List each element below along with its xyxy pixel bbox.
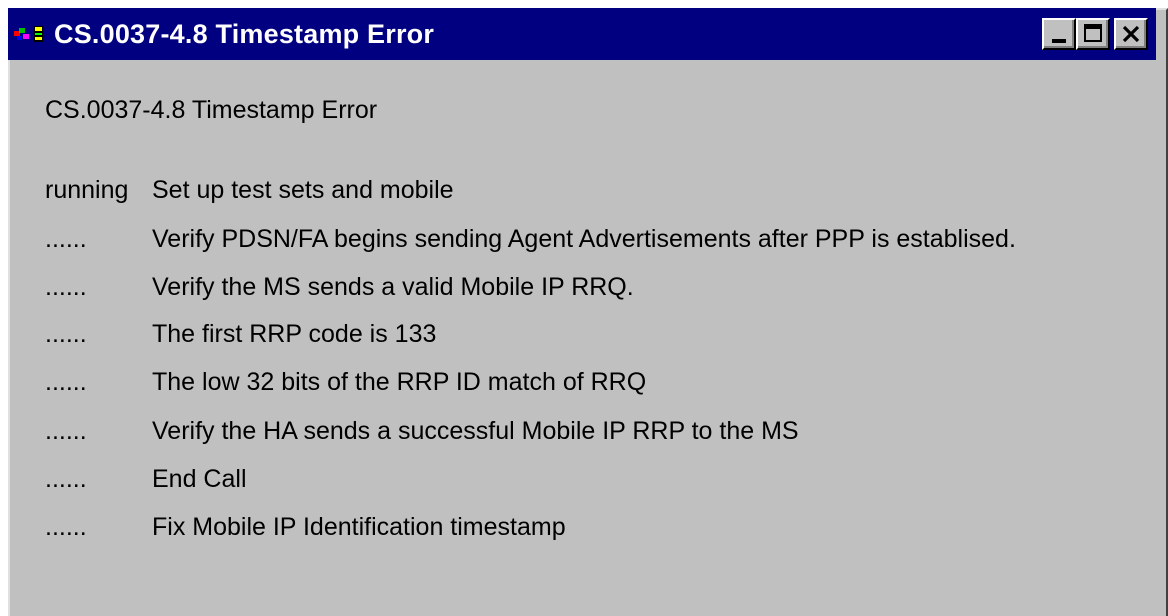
step-status: ......	[45, 368, 87, 396]
step-text: The low 32 bits of the RRP ID match of R…	[152, 368, 647, 396]
minimize-button[interactable]	[1042, 18, 1076, 50]
step-text: Verify the MS sends a valid Mobile IP RR…	[152, 273, 634, 301]
step-text: Fix Mobile IP Identification timestamp	[152, 513, 566, 541]
close-icon	[1116, 20, 1146, 48]
step-status: ......	[45, 465, 87, 493]
test-heading: CS.0037-4.8 Timestamp Error	[45, 96, 378, 124]
step-status: running	[45, 176, 129, 204]
window-title: CS.0037-4.8 Timestamp Error	[54, 18, 435, 49]
minimize-icon	[1052, 39, 1066, 43]
step-status: ......	[45, 273, 87, 301]
app-icon[interactable]	[14, 22, 46, 46]
maximize-icon	[1084, 24, 1102, 42]
close-button[interactable]	[1114, 18, 1148, 50]
step-text: Set up test sets and mobile	[152, 176, 454, 204]
maximize-button[interactable]	[1076, 18, 1110, 50]
title-buttons	[1042, 18, 1148, 50]
step-text: End Call	[152, 465, 247, 493]
step-status: ......	[45, 320, 87, 348]
step-status: ......	[45, 513, 87, 541]
title-bar[interactable]: CS.0037-4.8 Timestamp Error	[8, 8, 1156, 60]
step-text: Verify PDSN/FA begins sending Agent Adve…	[152, 225, 1016, 253]
step-status: ......	[45, 225, 87, 253]
step-text: Verify the HA sends a successful Mobile …	[152, 417, 799, 445]
step-status: ......	[45, 417, 87, 445]
step-text: The first RRP code is 133	[152, 320, 437, 348]
